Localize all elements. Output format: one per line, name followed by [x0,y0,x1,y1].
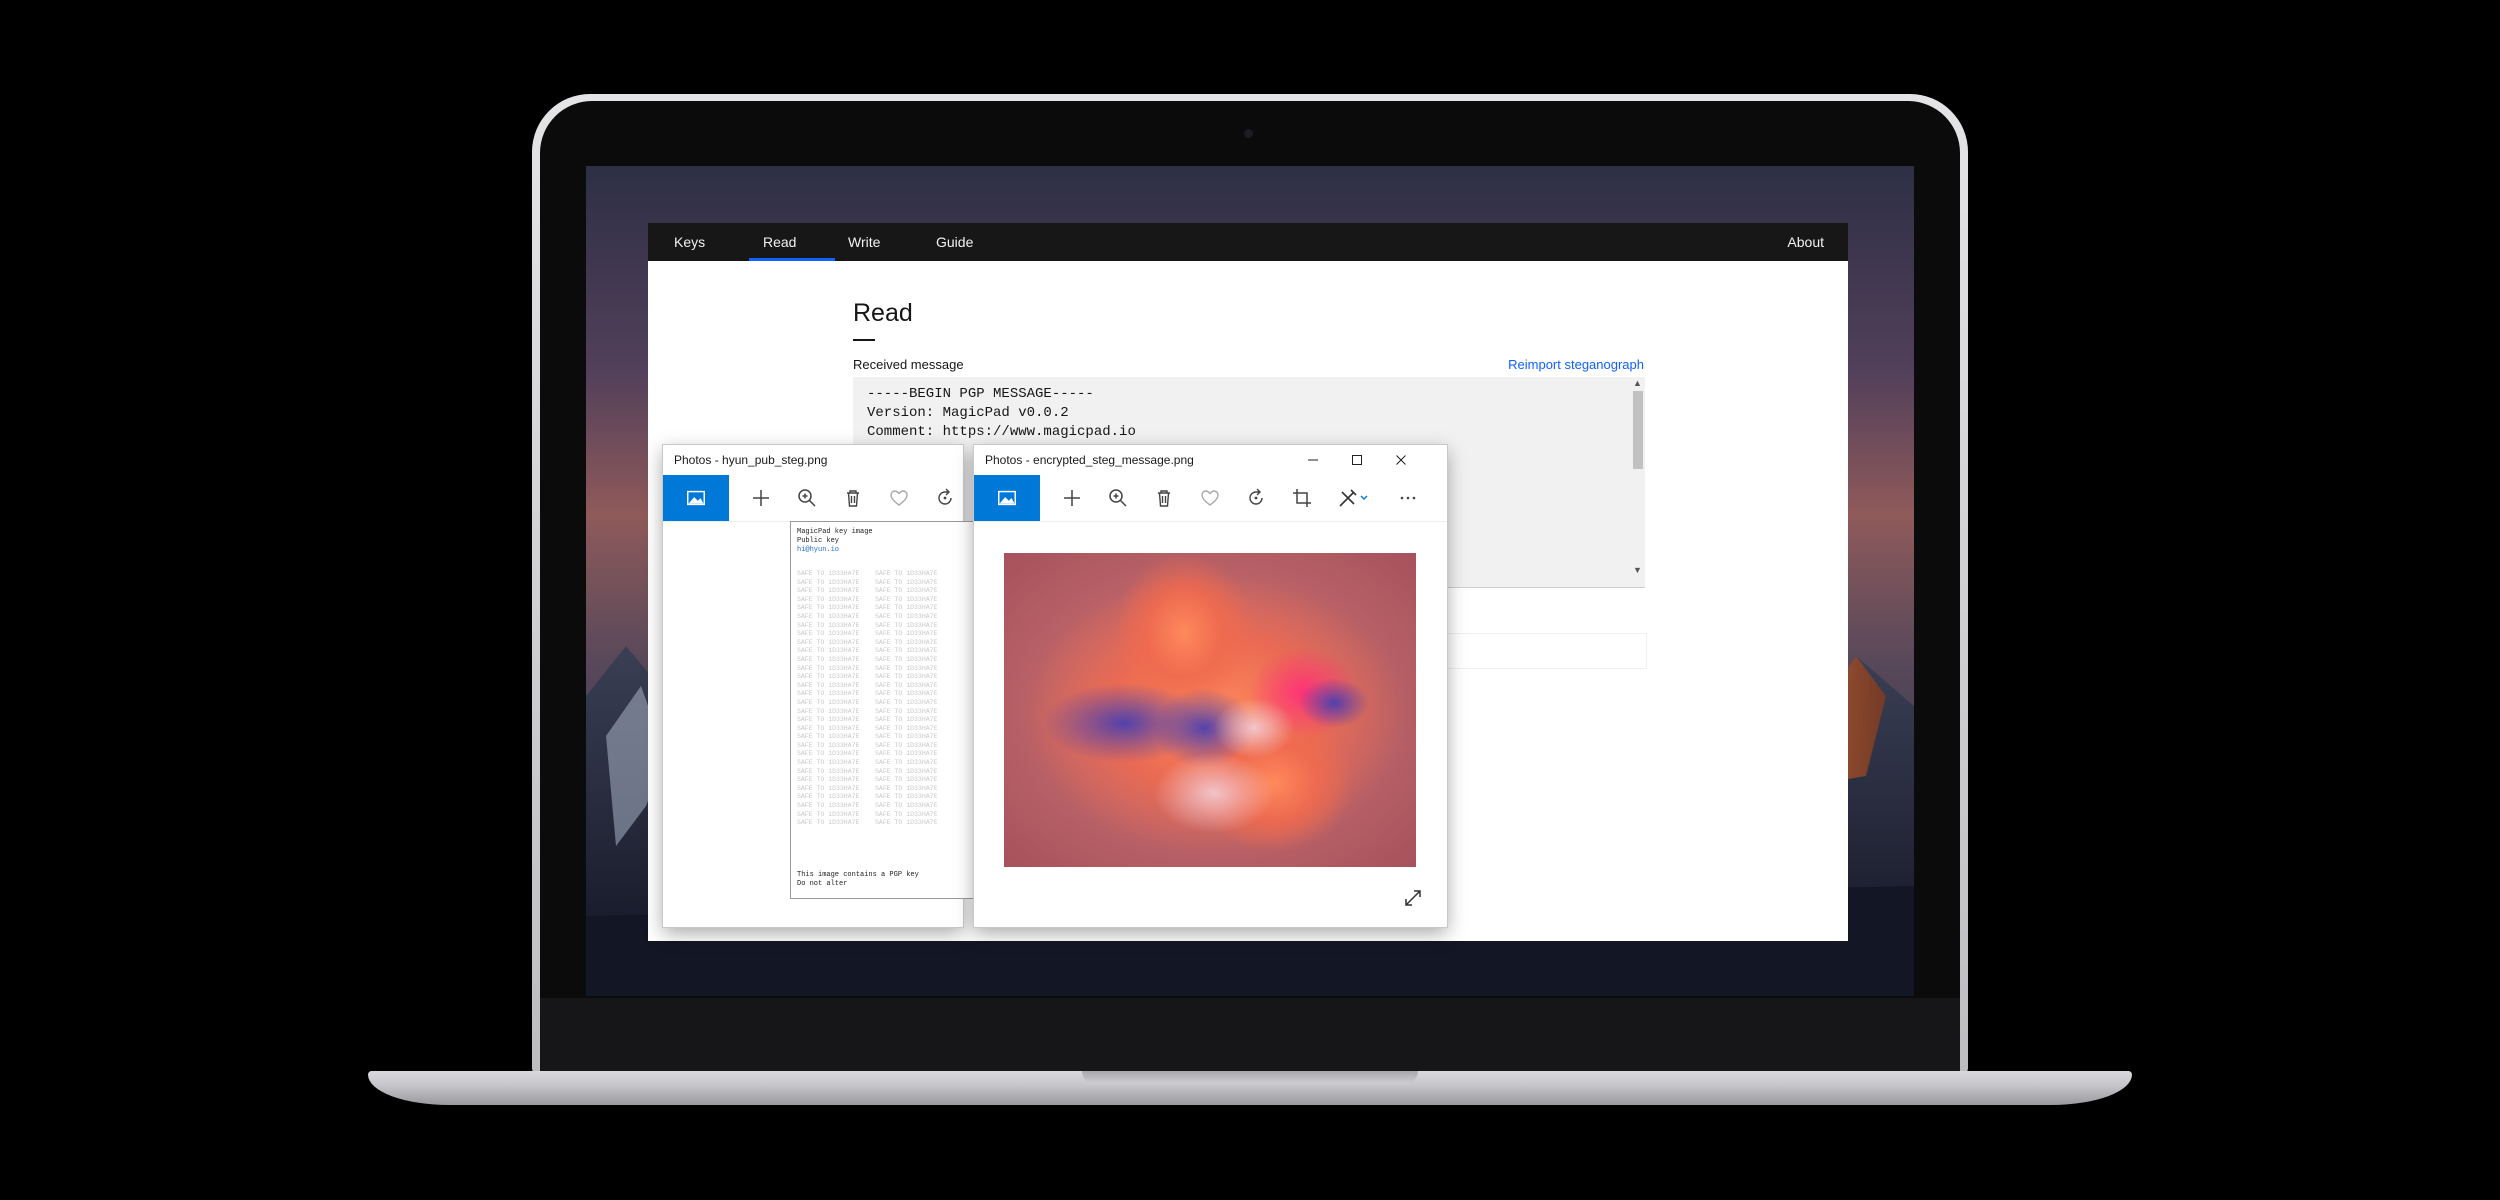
more-button[interactable] [1396,486,1420,510]
gallery-icon [687,490,705,506]
rotate-icon [938,488,952,505]
delete-button[interactable] [1152,486,1176,510]
nav-guide[interactable]: Guide [936,223,973,261]
maximize-icon [1352,455,1362,465]
heart-icon [1201,490,1219,506]
trash-icon [847,490,859,507]
nav-write[interactable]: Write [848,223,880,261]
favorite-button[interactable] [1198,486,1222,510]
key-image-pattern: SAFE TO 1D33HA7E SAFE TO 1D33HA7E SAFE T… [797,570,938,827]
rotate-button[interactable] [933,486,957,510]
received-message-label: Received message [853,357,964,372]
zoom-button[interactable] [1106,486,1130,510]
key-image-footer: This image contains a PGP key [797,871,919,879]
laptop-notch [1082,1071,1418,1084]
nav-read[interactable]: Read [763,223,796,261]
message-line: -----BEGIN PGP MESSAGE----- [867,386,1094,402]
message-text: -----BEGIN PGP MESSAGE----- Version: Mag… [867,385,1136,442]
window-title: Photos - hyun_pub_steg.png [663,445,963,475]
photos-toolbar [663,475,963,522]
key-image-subheading: Public key [797,537,840,545]
scroll-up-icon[interactable]: ▲ [1633,378,1642,388]
key-image-heading: MagicPad key image [797,528,873,536]
color-powder-explosion-image [1004,553,1416,867]
title-divider [853,339,875,341]
maximize-button[interactable] [1335,445,1379,475]
message-line: Comment: https://www.magicpad.io [867,424,1136,440]
minimize-icon [1308,459,1318,461]
plus-icon [753,490,769,506]
plus-icon [1064,490,1080,506]
zoom-button[interactable] [795,486,819,510]
edit-tools-icon [1339,489,1368,507]
message-line: Version: MagicPad v0.0.2 [867,405,1069,421]
nav-about[interactable]: About [1787,223,1824,261]
minimize-button[interactable] [1291,445,1335,475]
textarea-scrollbar[interactable]: ▲ ▼ [1631,377,1645,587]
photos-toolbar [974,475,1447,522]
crop-button[interactable] [1290,486,1314,510]
favorite-button[interactable] [887,486,911,510]
camera-icon [1244,129,1253,138]
key-image-footer-note: Do not alter [797,880,848,888]
more-icon [1400,496,1416,500]
rotate-icon [1249,488,1263,505]
reimport-steganograph-link[interactable]: Reimport steganograph [1508,357,1644,372]
page-title: Read [853,299,913,327]
gallery-icon [998,490,1016,506]
nav-keys[interactable]: Keys [674,223,705,261]
encrypted-message-photo [1004,553,1416,867]
trash-icon [1158,490,1170,507]
key-image: MagicPad key image Public key hi@hyun.io… [790,521,982,899]
crop-icon [1293,489,1311,507]
photos-window-message[interactable]: Photos - encrypted_steg_message.png [974,445,1447,927]
close-button[interactable] [1379,445,1423,475]
top-nav: Keys Read Write Guide About [648,223,1848,261]
zoom-icon [1109,489,1127,507]
add-button[interactable] [749,486,773,510]
scroll-down-icon[interactable]: ▼ [1633,565,1642,575]
expand-icon [1405,890,1421,906]
key-image-email: hi@hyun.io [797,546,840,554]
scrollbar-thumb[interactable] [1633,391,1643,469]
add-button[interactable] [1060,486,1084,510]
photos-window-key[interactable]: Photos - hyun_pub_steg.png MagicPad key … [663,445,982,927]
delete-button[interactable] [841,486,865,510]
edit-tools-button[interactable] [1336,486,1370,510]
zoom-icon [798,489,816,507]
laptop-chin [540,998,1960,1072]
rotate-button[interactable] [1244,486,1268,510]
heart-icon [890,490,908,506]
close-icon [1396,455,1406,465]
gallery-button[interactable] [663,475,729,521]
active-tab-indicator [749,258,835,261]
gallery-button[interactable] [974,475,1040,521]
expand-button[interactable] [1402,887,1424,909]
